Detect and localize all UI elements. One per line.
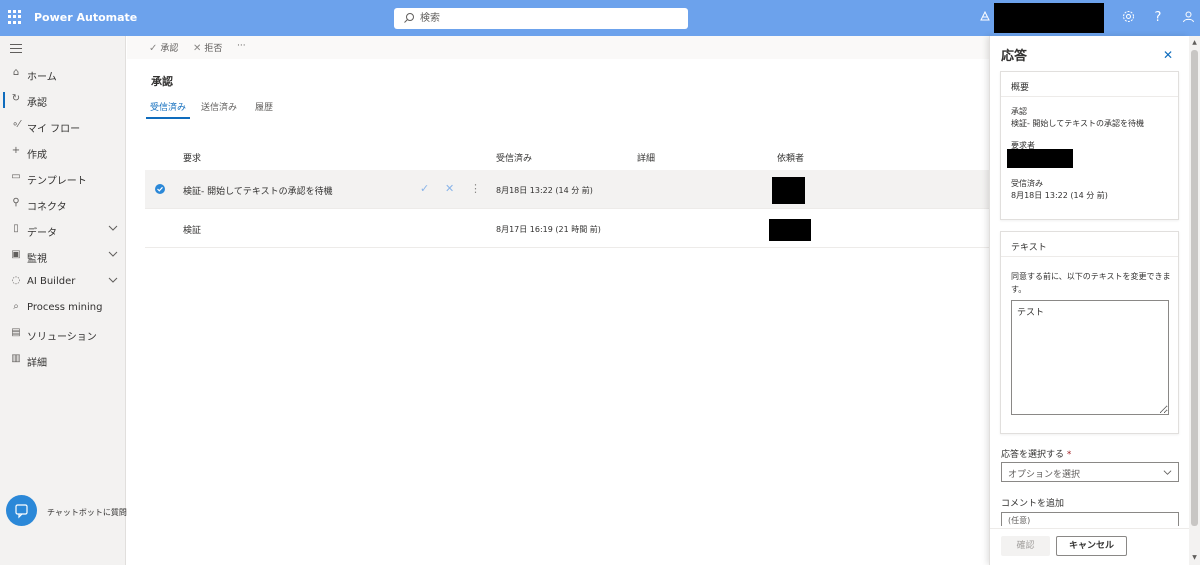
scroll-thumb[interactable] bbox=[1191, 50, 1198, 526]
panel-footer: 確認 キャンセル bbox=[990, 528, 1190, 565]
close-icon: ✕ bbox=[193, 43, 202, 54]
nav-item-process-mining[interactable]: ⌕ Process mining bbox=[0, 296, 126, 320]
environment-name bbox=[994, 3, 1104, 33]
chatbot-label[interactable]: チャットボットに質問 bbox=[47, 507, 127, 518]
nav-item-my-flows[interactable]: ∘⁄ マイ フロー bbox=[0, 114, 126, 138]
column-header-requester[interactable]: 依頼者 bbox=[777, 151, 804, 164]
top-header: Power Automate ? bbox=[0, 0, 1200, 36]
table-row[interactable]: 検証- 開始してテキストの承認を待機 ✓ ✕ ⋮ 8月18日 13:22 (14… bbox=[145, 170, 989, 209]
row-selected-checkmark-icon[interactable] bbox=[155, 184, 165, 194]
response-select[interactable]: オプションを選択 bbox=[1001, 462, 1179, 482]
hamburger-icon[interactable] bbox=[10, 44, 22, 56]
comment-label: コメントを追加 bbox=[1001, 499, 1065, 509]
app-launcher-icon[interactable] bbox=[8, 10, 22, 24]
cancel-button[interactable]: キャンセル bbox=[1056, 536, 1127, 556]
requester-avatar bbox=[772, 177, 805, 204]
panel-scrollbar[interactable]: ▲ ▼ bbox=[1189, 36, 1200, 565]
received-label: 受信済み bbox=[1011, 179, 1043, 188]
nav-item-data[interactable]: ▯ データ bbox=[0, 218, 126, 242]
text-editor[interactable]: テスト bbox=[1011, 300, 1169, 415]
confirm-button[interactable]: 確認 bbox=[1001, 536, 1050, 556]
nav-item-learn[interactable]: ▥ 詳細 bbox=[0, 348, 126, 372]
environment-icon[interactable] bbox=[977, 10, 993, 26]
settings-icon[interactable] bbox=[1120, 10, 1136, 26]
chatbot-icon bbox=[15, 504, 28, 519]
response-panel: 応答 ✕ 概要 承認 検証- 開始してテキストの承認を待機 要求者 受信済み 8… bbox=[989, 36, 1190, 565]
panel-title: 応答 bbox=[1001, 49, 1028, 64]
search-icon bbox=[404, 13, 414, 23]
more-commands-button[interactable]: ··· bbox=[237, 41, 246, 51]
column-header-details[interactable]: 詳細 bbox=[637, 151, 655, 164]
approvals-icon: ↻ bbox=[11, 93, 21, 104]
left-nav: ⌂ ホーム ↻ 承認 ∘⁄ マイ フロー + 作成 ▭ テンプレート ⚲ コネク… bbox=[0, 36, 127, 565]
summary-card-header: 概要 bbox=[1001, 72, 1178, 97]
text-card-header: テキスト bbox=[1001, 232, 1178, 257]
page-title: 承認 bbox=[151, 75, 173, 88]
chevron-down-icon bbox=[108, 277, 118, 283]
main-content: ✓ 承認 ✕ 拒否 ··· 承認 受信済み 送信済み 履歴 要求 受信済み 詳細 依… bbox=[127, 36, 989, 565]
requester-name bbox=[1007, 149, 1073, 168]
reject-row-icon[interactable]: ✕ bbox=[445, 182, 454, 195]
text-card-description: 同意する前に、以下のテキストを変更できます。 bbox=[1011, 272, 1171, 294]
nav-item-templates[interactable]: ▭ テンプレート bbox=[0, 166, 126, 190]
home-icon: ⌂ bbox=[12, 67, 20, 78]
app-name[interactable]: Power Automate bbox=[34, 11, 137, 24]
approval-label: 承認 bbox=[1011, 107, 1027, 116]
approval-value: 検証- 開始してテキストの承認を待機 bbox=[1011, 119, 1144, 128]
more-row-icon[interactable]: ⋮ bbox=[470, 182, 481, 195]
table-row[interactable]: 検証 8月17日 16:19 (21 時間 前) bbox=[145, 209, 989, 248]
close-icon[interactable]: ✕ bbox=[1163, 48, 1173, 62]
column-header-received[interactable]: 受信済み bbox=[496, 151, 532, 164]
search-box[interactable] bbox=[394, 8, 688, 29]
nav-item-solutions[interactable]: ▤ ソリューション bbox=[0, 322, 126, 346]
received-time: 8月17日 16:19 (21 時間 前) bbox=[496, 225, 601, 234]
plus-icon: + bbox=[11, 145, 21, 156]
scroll-down-icon[interactable]: ▼ bbox=[1191, 554, 1198, 562]
nav-item-create[interactable]: + 作成 bbox=[0, 140, 126, 164]
nav-item-approvals[interactable]: ↻ 承認 bbox=[0, 88, 126, 112]
approve-row-icon[interactable]: ✓ bbox=[420, 182, 429, 195]
required-indicator: * bbox=[1066, 450, 1072, 460]
nav-item-monitor[interactable]: ▣ 監視 bbox=[0, 244, 126, 268]
received-value: 8月18日 13:22 (14 分 前) bbox=[1011, 191, 1108, 200]
account-icon[interactable] bbox=[1180, 10, 1196, 26]
command-bar: ✓ 承認 ✕ 拒否 ··· bbox=[127, 36, 989, 59]
tab-sent[interactable]: 送信済み bbox=[201, 100, 237, 117]
chevron-down-icon bbox=[1163, 470, 1172, 475]
search-input[interactable] bbox=[420, 10, 670, 27]
process-mining-icon: ⌕ bbox=[13, 301, 19, 312]
chatbot-button[interactable] bbox=[6, 495, 37, 526]
help-icon[interactable]: ? bbox=[1150, 10, 1166, 26]
ai-builder-icon: ◌ bbox=[11, 275, 21, 286]
chevron-down-icon bbox=[108, 251, 118, 257]
requester-avatar bbox=[769, 219, 811, 241]
received-time: 8月18日 13:22 (14 分 前) bbox=[496, 186, 593, 195]
monitor-icon: ▣ bbox=[11, 249, 21, 260]
tab-history[interactable]: 履歴 bbox=[255, 100, 273, 117]
approve-command[interactable]: ✓ 承認 bbox=[149, 41, 178, 54]
request-title[interactable]: 検証 bbox=[183, 223, 201, 236]
connector-icon: ⚲ bbox=[12, 197, 20, 208]
template-icon: ▭ bbox=[11, 171, 21, 182]
text-card: テキスト 同意する前に、以下のテキストを変更できます。 テスト bbox=[1000, 231, 1179, 434]
book-icon: ▥ bbox=[11, 353, 21, 364]
request-title[interactable]: 検証- 開始してテキストの承認を待機 bbox=[183, 184, 333, 197]
tab-received[interactable]: 受信済み bbox=[145, 100, 191, 119]
nav-item-ai-builder[interactable]: ◌ AI Builder bbox=[0, 270, 126, 294]
reject-command[interactable]: ✕ 拒否 bbox=[193, 41, 222, 54]
chevron-down-icon bbox=[108, 225, 118, 231]
flows-icon: ∘⁄ bbox=[12, 119, 20, 130]
response-label: 応答を選択する * bbox=[1001, 450, 1072, 460]
database-icon: ▯ bbox=[13, 223, 19, 234]
summary-card: 概要 承認 検証- 開始してテキストの承認を待機 要求者 受信済み 8月18日 … bbox=[1000, 71, 1179, 220]
comment-input[interactable]: (任意) bbox=[1001, 512, 1179, 526]
checkmark-icon: ✓ bbox=[149, 43, 158, 54]
nav-item-connectors[interactable]: ⚲ コネクタ bbox=[0, 192, 126, 216]
nav-item-home[interactable]: ⌂ ホーム bbox=[0, 62, 126, 86]
column-header-request[interactable]: 要求 bbox=[183, 151, 201, 164]
scroll-up-icon[interactable]: ▲ bbox=[1191, 39, 1198, 47]
solution-icon: ▤ bbox=[11, 327, 21, 338]
